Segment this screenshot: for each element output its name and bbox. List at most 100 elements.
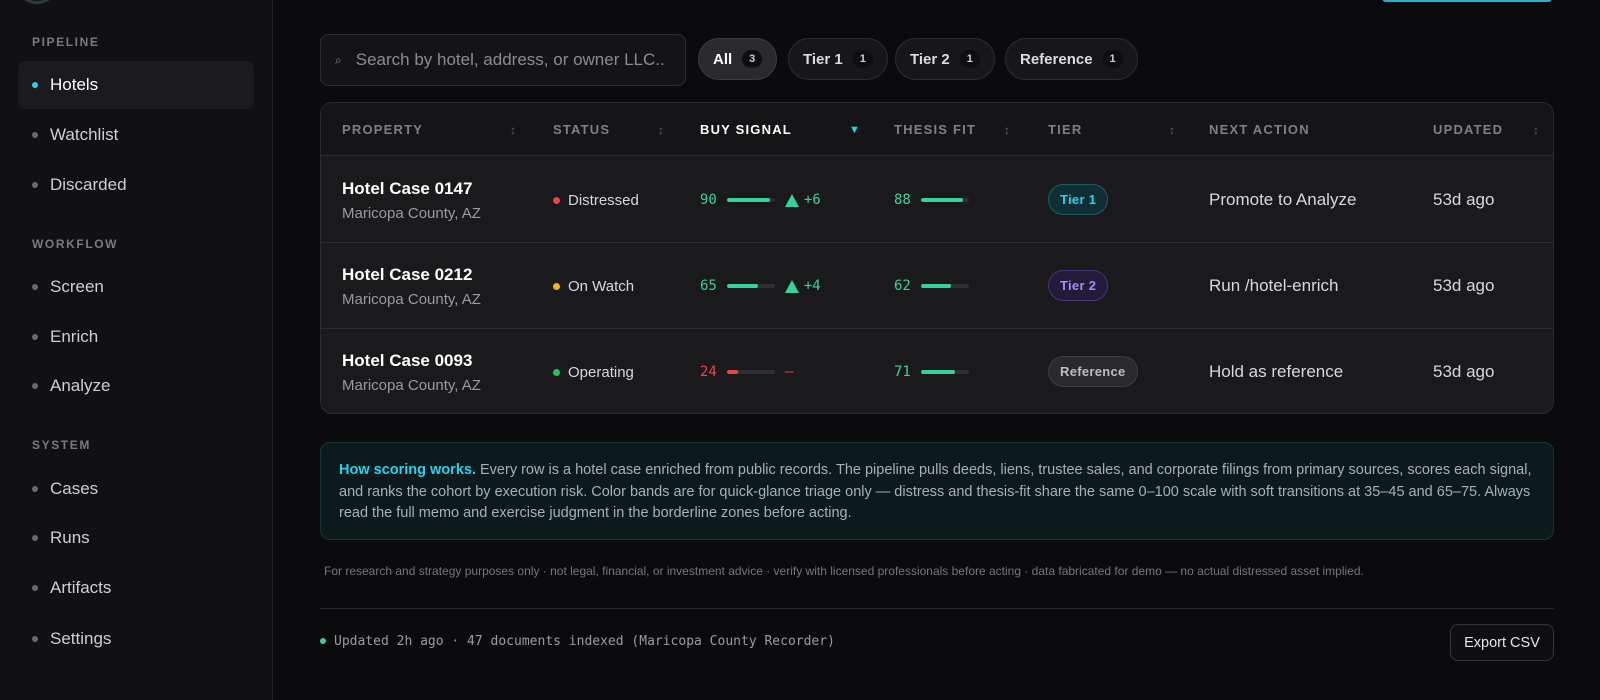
thesis-fit-bar-fill <box>920 370 955 374</box>
chip-label: Reference <box>1020 50 1093 68</box>
disclaimer: For research and strategy purposes only … <box>324 564 1364 578</box>
updated-time: 53d ago <box>1433 276 1495 295</box>
status-cell: Distressed <box>553 157 639 243</box>
sidebar-item-enrich[interactable]: Enrich <box>18 313 254 361</box>
column-header-status[interactable]: STATUS <box>553 103 610 156</box>
property-name: Hotel Case 0212 <box>342 265 473 284</box>
status-dot-icon <box>320 638 326 644</box>
sidebar-item-runs[interactable]: Runs <box>18 514 254 562</box>
sidebar-item-watchlist[interactable]: Watchlist <box>18 111 254 159</box>
next-action[interactable]: Run /hotel-enrich <box>1209 243 1338 329</box>
column-header-tier[interactable]: TIER <box>1048 103 1082 156</box>
bullet-icon <box>32 383 38 389</box>
tier-badge: Tier 2 <box>1048 270 1109 301</box>
search-input[interactable] <box>355 50 666 70</box>
thesis-fit-bar <box>920 370 969 374</box>
sidebar-item-artifacts[interactable]: Artifacts <box>18 564 254 612</box>
chip-label: All <box>713 50 733 68</box>
sidebar-section-workflow: WORKFLOW <box>32 237 119 251</box>
buy-signal-bar <box>726 370 775 374</box>
status-label: Distressed <box>568 191 639 209</box>
sidebar-item-settings[interactable]: Settings <box>18 615 254 663</box>
footer-status-text: Updated 2h ago · 47 documents indexed (M… <box>334 633 835 649</box>
sidebar-item-hotels[interactable]: Hotels <box>18 61 254 109</box>
next-action[interactable]: Promote to Analyze <box>1209 157 1356 243</box>
bullet-icon <box>32 486 38 492</box>
table-row[interactable]: Hotel Case 0147 Maricopa County, AZ Dist… <box>321 157 1553 243</box>
bullet-icon <box>32 535 38 541</box>
status-dot-icon <box>553 196 560 204</box>
thesis-fit-score: 71 <box>894 364 911 380</box>
property-location: Maricopa County, AZ <box>342 291 481 308</box>
sidebar-item-screen[interactable]: Screen <box>18 263 254 311</box>
hotels-table: PROPERTY ↕ STATUS ↕ BUY SIGNAL ▼ THESIS … <box>320 102 1554 414</box>
trend-up-icon <box>784 193 799 207</box>
bullet-icon <box>32 636 38 642</box>
property-location: Maricopa County, AZ <box>342 377 481 394</box>
sort-icon[interactable]: ↕ <box>1533 103 1539 156</box>
sidebar-item-label: Hotels <box>50 75 99 94</box>
header-action-button-edge[interactable] <box>1382 0 1552 2</box>
column-header-buy-signal[interactable]: BUY SIGNAL <box>700 103 792 156</box>
thesis-fit-score: 62 <box>894 278 911 294</box>
chip-count-badge: 1 <box>852 50 873 68</box>
column-header-updated[interactable]: UPDATED <box>1433 103 1503 156</box>
table-row[interactable]: Hotel Case 0212 Maricopa County, AZ On W… <box>321 243 1553 329</box>
updated-time: 53d ago <box>1433 362 1495 381</box>
bullet-icon <box>32 182 38 188</box>
sort-icon[interactable]: ↕ <box>658 103 664 156</box>
bullet-icon <box>32 132 38 138</box>
export-csv-button[interactable]: Export CSV <box>1450 624 1554 661</box>
table-header: PROPERTY ↕ STATUS ↕ BUY SIGNAL ▼ THESIS … <box>321 103 1553 156</box>
chip-count-badge: 1 <box>1102 50 1123 68</box>
column-header-property[interactable]: PROPERTY <box>342 103 423 156</box>
filter-chip-tier-2[interactable]: Tier 2 1 <box>895 38 995 80</box>
buy-signal-cell: 24 – <box>700 329 793 413</box>
sort-icon[interactable]: ↕ <box>1169 103 1175 156</box>
status-cell: On Watch <box>553 243 634 329</box>
next-action[interactable]: Hold as reference <box>1209 329 1343 413</box>
sort-icon[interactable]: ↕ <box>510 103 516 156</box>
column-header-next-action[interactable]: NEXT ACTION <box>1209 103 1310 156</box>
filter-chip-all[interactable]: All 3 <box>698 38 778 80</box>
buy-signal-bar-fill <box>726 284 759 288</box>
trend-up-icon <box>784 279 799 293</box>
buy-signal-delta: – <box>785 364 793 380</box>
filter-chip-reference[interactable]: Reference 1 <box>1005 38 1138 80</box>
sidebar-item-label: Artifacts <box>50 578 112 597</box>
sidebar-item-label: Enrich <box>50 327 99 346</box>
buy-signal-cell: 65 +4 <box>700 243 821 329</box>
chip-count-badge: 3 <box>742 50 763 68</box>
search-box[interactable]: ⌕ <box>320 34 686 86</box>
sidebar-item-cases[interactable]: Cases <box>18 465 254 513</box>
property-name: Hotel Case 0147 <box>342 179 473 198</box>
sidebar-item-label: Settings <box>50 629 112 648</box>
buy-signal-bar <box>726 198 775 202</box>
divider <box>320 608 1554 609</box>
thesis-fit-bar <box>920 284 969 288</box>
search-icon: ⌕ <box>335 52 342 67</box>
sort-desc-icon[interactable]: ▼ <box>849 103 860 156</box>
filter-chip-tier-1[interactable]: Tier 1 1 <box>788 38 888 80</box>
delta-value: – <box>784 364 794 380</box>
status-label: Operating <box>568 363 634 381</box>
sidebar-section-system: SYSTEM <box>32 438 91 452</box>
delta-value: +6 <box>803 192 821 208</box>
info-body: Every row is a hotel case enriched from … <box>339 462 1532 521</box>
sidebar-item-discarded[interactable]: Discarded <box>18 161 254 209</box>
buy-signal-cell: 90 +6 <box>700 157 821 243</box>
sidebar-item-label: Cases <box>50 479 99 498</box>
delta-value: +4 <box>803 278 821 294</box>
property-location: Maricopa County, AZ <box>342 205 481 222</box>
active-dot-icon <box>32 82 38 88</box>
footer-status: Updated 2h ago · 47 documents indexed (M… <box>320 631 835 651</box>
sort-icon[interactable]: ↕ <box>1004 103 1010 156</box>
sidebar-item-label: Screen <box>50 277 104 296</box>
table-row[interactable]: Hotel Case 0093 Maricopa County, AZ Oper… <box>321 329 1553 413</box>
buy-signal-score: 65 <box>700 278 717 294</box>
sidebar-item-label: Analyze <box>50 376 111 395</box>
column-header-thesis-fit[interactable]: THESIS FIT <box>894 103 976 156</box>
updated-time: 53d ago <box>1433 190 1495 209</box>
bullet-icon <box>32 284 38 290</box>
sidebar-item-analyze[interactable]: Analyze <box>18 362 254 410</box>
